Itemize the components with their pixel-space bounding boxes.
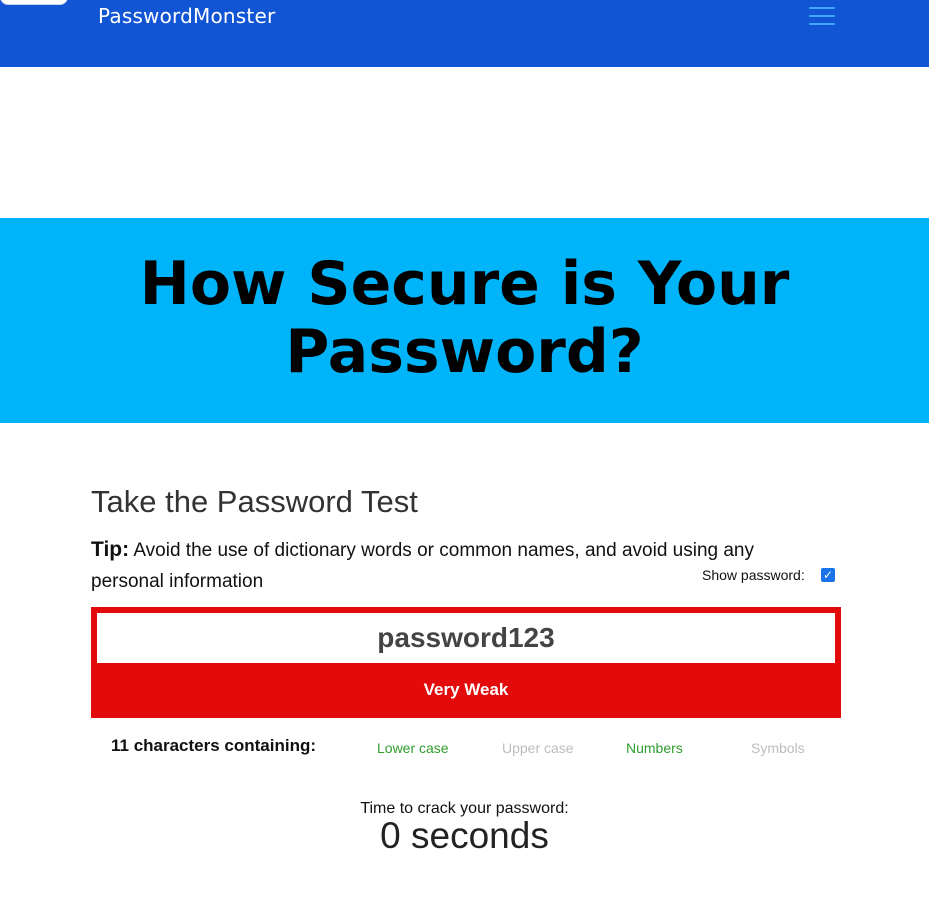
char-type-uppercase: Upper case bbox=[502, 740, 574, 756]
char-type-lowercase: Lower case bbox=[377, 740, 449, 756]
top-left-tab[interactable] bbox=[0, 0, 68, 5]
char-type-symbols: Symbols bbox=[751, 740, 805, 756]
char-type-numbers: Numbers bbox=[626, 740, 683, 756]
strength-label: Very Weak bbox=[423, 680, 509, 699]
character-count: 11 characters containing: bbox=[111, 736, 317, 755]
password-input[interactable]: password123 bbox=[97, 613, 835, 663]
hero-title-line-1: How Secure is Your bbox=[139, 249, 790, 319]
brand-logo[interactable]: PasswordMonster bbox=[98, 4, 275, 28]
top-navbar: PasswordMonster bbox=[0, 0, 929, 67]
hamburger-menu-icon[interactable] bbox=[807, 5, 837, 27]
password-meter: password123 Very Weak bbox=[91, 607, 841, 718]
show-password-label: Show password: bbox=[702, 567, 805, 583]
hero-title-line-2: Password? bbox=[285, 317, 644, 387]
hero-title: How Secure is Your Password? bbox=[0, 250, 929, 386]
tip-text: Tip: Avoid the use of dictionary words o… bbox=[91, 534, 811, 597]
crack-time-value: 0 seconds bbox=[380, 815, 549, 856]
hero-banner: How Secure is Your Password? bbox=[0, 218, 929, 423]
show-password-checkbox[interactable]: ✓ bbox=[821, 568, 835, 582]
tip-label: Tip: bbox=[91, 538, 130, 561]
tip-body: Avoid the use of dictionary words or com… bbox=[91, 540, 754, 592]
section-title: Take the Password Test bbox=[91, 484, 418, 519]
